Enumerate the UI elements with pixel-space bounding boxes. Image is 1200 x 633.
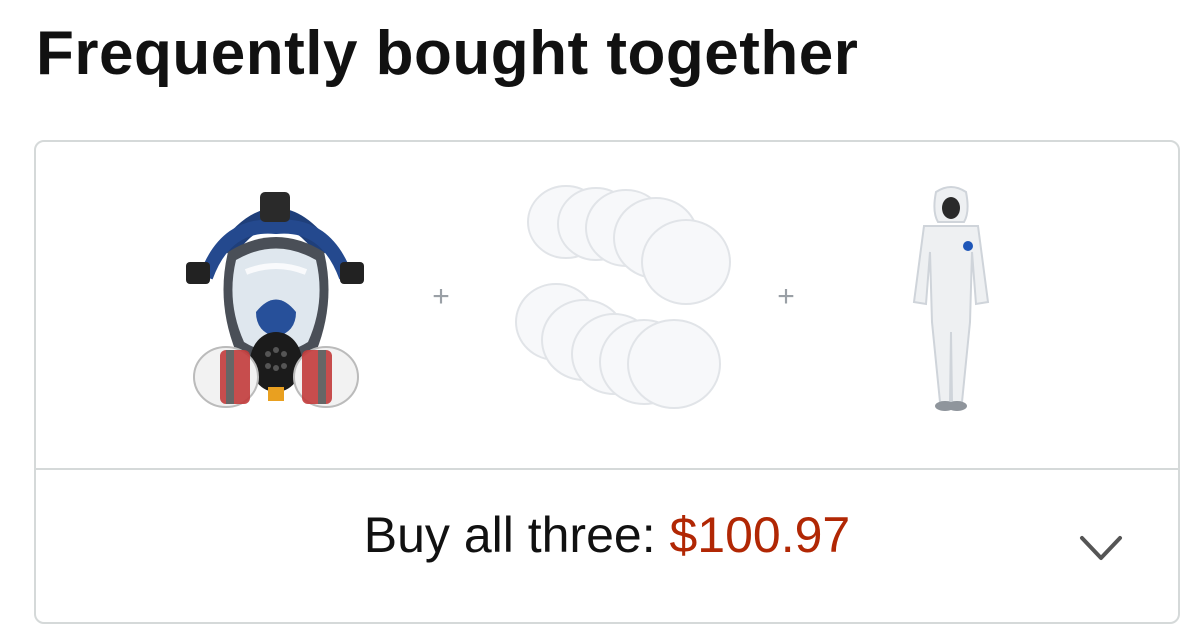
product-filter-pads-image[interactable] (496, 182, 756, 422)
chevron-down-icon[interactable] (1076, 528, 1126, 568)
gas-mask-icon (186, 192, 364, 408)
product-coverall-image[interactable] (896, 182, 1006, 422)
buy-all-summary: Buy all three: $100.97 (36, 506, 1178, 564)
filter-pads-icon (515, 185, 731, 409)
buy-all-row[interactable]: Buy all three: $100.97 (36, 470, 1178, 622)
section-title: Frequently bought together (36, 19, 859, 88)
plus-separator: + (432, 280, 450, 313)
plus-separator: + (777, 280, 795, 313)
buy-all-label: Buy all three: (363, 507, 670, 563)
bundle-price: $100.97 (669, 507, 851, 563)
bundle-card: + + Buy all three: $100.97 (34, 140, 1180, 624)
coverall-icon (912, 186, 990, 411)
product-row: + + (36, 142, 1178, 468)
product-respirator-image[interactable] (156, 182, 396, 422)
